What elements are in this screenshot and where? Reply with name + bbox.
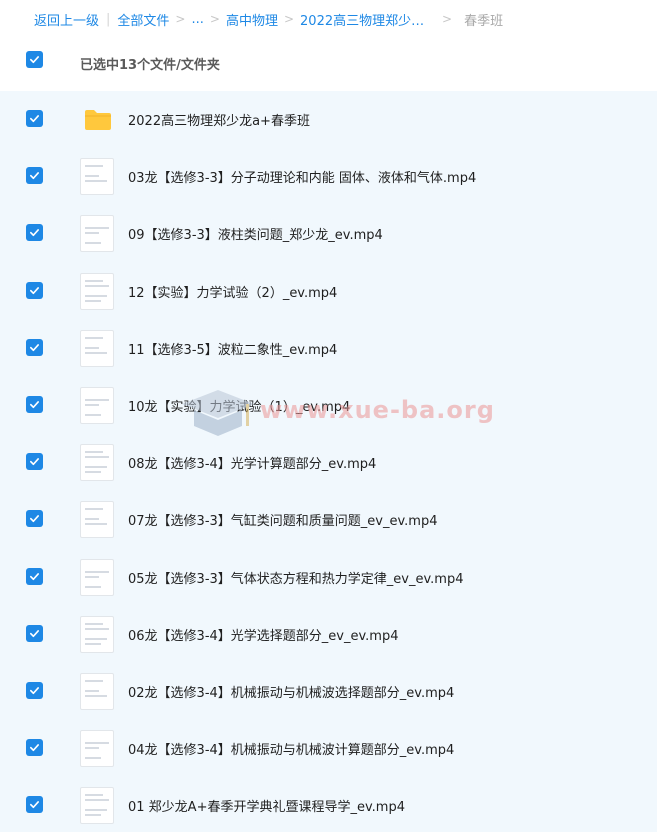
video-thumbnail bbox=[80, 272, 114, 310]
file-row[interactable]: 04龙【选修3-4】机械振动与机械波计算题部分_ev.mp4 bbox=[0, 720, 657, 777]
breadcrumb-divider: | bbox=[106, 11, 111, 27]
back-link[interactable]: 返回上一级 bbox=[34, 10, 99, 29]
checkmark-icon bbox=[30, 229, 39, 237]
row-checkbox[interactable] bbox=[26, 510, 43, 528]
file-row[interactable]: 01 郑少龙A+春季开学典礼暨课程导学_ev.mp4 bbox=[0, 777, 657, 832]
folder-row[interactable]: 2022高三物理郑少龙a+春季班 bbox=[0, 91, 657, 148]
checkmark-icon bbox=[30, 458, 39, 466]
file-row[interactable]: 06龙【选修3-4】光学选择题部分_ev_ev.mp4 bbox=[0, 606, 657, 663]
folder-icon bbox=[85, 110, 111, 130]
row-checkbox[interactable] bbox=[26, 396, 43, 413]
file-list: 2022高三物理郑少龙a+春季班 03龙【选修3-3】分子动理论和内能 固体、液体… bbox=[0, 91, 657, 832]
row-checkbox[interactable] bbox=[26, 739, 43, 757]
file-name[interactable]: 04龙【选修3-4】机械振动与机械波计算题部分_ev.mp4 bbox=[128, 739, 454, 758]
row-checkbox[interactable] bbox=[26, 281, 43, 299]
row-checkbox[interactable] bbox=[26, 453, 43, 471]
checkmark-icon bbox=[30, 56, 39, 64]
video-thumbnail bbox=[80, 787, 114, 825]
file-name[interactable]: 12【实验】力学试验（2）_ev.mp4 bbox=[128, 282, 337, 301]
breadcrumb-current: 春季班 bbox=[464, 13, 504, 29]
file-name[interactable]: 09【选修3-3】液柱类问题_郑少龙_ev.mp4 bbox=[128, 224, 383, 243]
checkmark-icon bbox=[30, 572, 39, 580]
file-name[interactable]: 01 郑少龙A+春季开学典礼暨课程导学_ev.mp4 bbox=[128, 796, 405, 815]
file-row[interactable]: 05龙【选修3-3】气体状态方程和热力学定律_ev_ev.mp4 bbox=[0, 549, 657, 606]
video-thumbnail bbox=[80, 501, 114, 539]
checkmark-icon bbox=[30, 343, 39, 351]
file-name[interactable]: 03龙【选修3-3】分子动理论和内能 固体、液体和气体.mp4 bbox=[128, 167, 476, 186]
chevron-right-icon: > bbox=[209, 12, 220, 26]
checkmark-icon bbox=[30, 115, 39, 123]
file-name[interactable]: 2022高三物理郑少龙a+春季班 bbox=[128, 110, 310, 129]
file-row[interactable]: 02龙【选修3-4】机械振动与机械波选择题部分_ev.mp4 bbox=[0, 663, 657, 720]
file-row[interactable]: 09【选修3-3】液柱类问题_郑少龙_ev.mp4 bbox=[0, 205, 657, 262]
checkmark-icon bbox=[30, 286, 39, 294]
selection-count: 已选中13个文件/文件夹 bbox=[80, 58, 220, 73]
row-checkbox[interactable] bbox=[26, 624, 43, 642]
breadcrumb-physics-link[interactable]: 高中物理 bbox=[226, 10, 278, 29]
row-checkbox[interactable] bbox=[26, 224, 43, 242]
checkmark-icon bbox=[30, 744, 39, 752]
row-checkbox[interactable] bbox=[26, 167, 43, 185]
file-name[interactable]: 05龙【选修3-3】气体状态方程和热力学定律_ev_ev.mp4 bbox=[128, 568, 463, 587]
checkmark-icon bbox=[30, 172, 39, 180]
file-name[interactable]: 08龙【选修3-4】光学计算题部分_ev.mp4 bbox=[128, 453, 376, 472]
video-thumbnail bbox=[80, 444, 114, 482]
video-thumbnail bbox=[80, 158, 114, 196]
file-row[interactable]: 11【选修3-5】波粒二象性_ev.mp4 bbox=[0, 320, 657, 377]
row-checkbox[interactable] bbox=[26, 338, 43, 356]
file-name[interactable]: 06龙【选修3-4】光学选择题部分_ev_ev.mp4 bbox=[128, 625, 398, 644]
checkmark-icon bbox=[30, 401, 39, 409]
file-browser: 返回上一级 | 全部文件 > ... > 高中物理 > 2022高三物理郑少龙a… bbox=[0, 0, 657, 832]
chevron-right-icon: > bbox=[175, 12, 186, 26]
row-checkbox[interactable] bbox=[26, 567, 43, 585]
video-thumbnail bbox=[80, 329, 114, 367]
video-thumbnail bbox=[80, 615, 114, 653]
collapsed-path-link[interactable]: ... bbox=[191, 12, 203, 27]
file-row[interactable]: 12【实验】力学试验（2）_ev.mp4 bbox=[0, 263, 657, 320]
checkmark-icon bbox=[30, 687, 39, 695]
video-thumbnail bbox=[80, 558, 114, 596]
file-row[interactable]: 10龙【实验】力学试验（1）_ev.mp4 bbox=[0, 377, 657, 434]
video-thumbnail bbox=[80, 730, 114, 768]
file-row[interactable]: 07龙【选修3-3】气缸类问题和质量问题_ev_ev.mp4 bbox=[0, 491, 657, 548]
file-row[interactable]: 03龙【选修3-3】分子动理论和内能 固体、液体和气体.mp4 bbox=[0, 148, 657, 205]
checkmark-icon bbox=[30, 515, 39, 523]
file-name[interactable]: 11【选修3-5】波粒二象性_ev.mp4 bbox=[128, 339, 337, 358]
row-checkbox[interactable] bbox=[26, 110, 43, 127]
file-name[interactable]: 02龙【选修3-4】机械振动与机械波选择题部分_ev.mp4 bbox=[128, 682, 454, 701]
all-files-link[interactable]: 全部文件 bbox=[117, 10, 169, 29]
checkmark-icon bbox=[30, 801, 39, 809]
breadcrumb: 返回上一级 | 全部文件 > ... > 高中物理 > 2022高三物理郑少龙a… bbox=[34, 8, 503, 30]
file-name[interactable]: 07龙【选修3-3】气缸类问题和质量问题_ev_ev.mp4 bbox=[128, 510, 437, 529]
row-checkbox[interactable] bbox=[26, 682, 43, 699]
file-row[interactable]: 08龙【选修3-4】光学计算题部分_ev.mp4 bbox=[0, 434, 657, 491]
list-header: 已选中13个文件/文件夹 bbox=[0, 40, 657, 88]
row-checkbox[interactable] bbox=[26, 796, 43, 814]
checkmark-icon bbox=[30, 629, 39, 637]
select-all-checkbox[interactable] bbox=[26, 51, 43, 68]
video-thumbnail bbox=[80, 673, 114, 710]
breadcrumb-course-link[interactable]: 2022高三物理郑少龙a+春季班 bbox=[300, 10, 432, 29]
chevron-right-icon: > bbox=[283, 12, 295, 26]
file-name[interactable]: 10龙【实验】力学试验（1）_ev.mp4 bbox=[128, 396, 350, 415]
chevron-right-icon: > bbox=[442, 12, 453, 26]
video-thumbnail bbox=[80, 215, 114, 253]
video-thumbnail bbox=[80, 387, 114, 424]
